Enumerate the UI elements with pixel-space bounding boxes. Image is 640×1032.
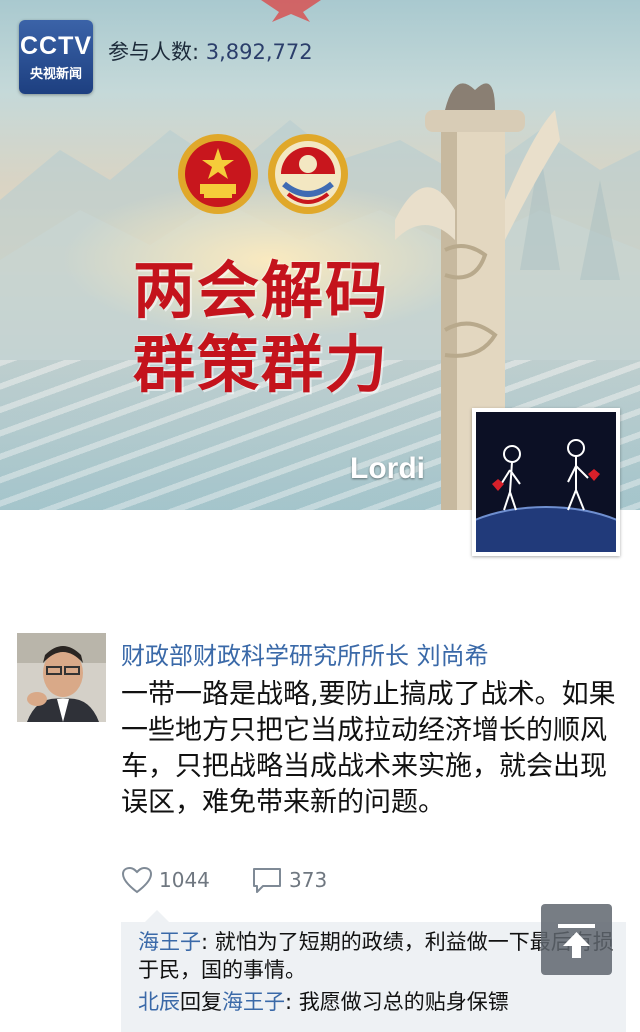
comment-separator: : <box>201 930 215 954</box>
comment-user[interactable]: 北辰 <box>138 990 180 1014</box>
comment-text: 我愿做习总的贴身保镖 <box>298 990 509 1014</box>
current-user-name: Lordi <box>350 452 425 485</box>
national-emblem-icon <box>178 134 258 214</box>
like-count: 1044 <box>159 868 210 892</box>
comment-count: 373 <box>289 868 328 892</box>
logo-main-text: CCTV <box>19 32 93 60</box>
post-content: 一带一路是战略,要防止搞成了战术。如果一些地方只把它当成拉动经济增长的顺风车，只… <box>121 679 616 818</box>
reply-label: 回复 <box>180 990 222 1014</box>
scroll-top-icon <box>558 924 595 958</box>
comment-button[interactable]: 373 <box>251 866 327 894</box>
avatar-couple-image <box>476 412 616 552</box>
current-user-avatar[interactable] <box>472 408 620 556</box>
like-button[interactable]: 1044 <box>121 866 210 894</box>
author-photo <box>17 633 106 722</box>
red-star-decoration <box>261 0 321 22</box>
heart-icon <box>121 866 153 894</box>
reply-to-user[interactable]: 海王子 <box>222 990 285 1014</box>
banner-title-line2: 群策群力 <box>133 328 390 401</box>
comment-separator: : <box>285 990 299 1014</box>
cppcc-emblem-icon <box>268 134 348 214</box>
participants-count: 参与人数: 3,892,772 <box>108 36 313 66</box>
comments-pointer <box>145 910 169 922</box>
logo-sub-text: 央视新闻 <box>29 67 82 82</box>
comment-user[interactable]: 海王子 <box>138 930 201 954</box>
post-author[interactable]: 财政部财政科学研究所所长 刘尚希 <box>121 636 489 671</box>
participants-number: 3,892,772 <box>205 40 313 64</box>
participants-label: 参与人数: <box>108 40 206 64</box>
author-avatar[interactable] <box>17 633 106 722</box>
cctv-news-logo[interactable]: CCTV 央视新闻 <box>19 20 93 94</box>
comment-item: 北辰回复海王子: 我愿做习总的贴身保镖 <box>138 988 618 1016</box>
comment-icon <box>253 868 281 893</box>
scroll-to-top-button[interactable] <box>541 904 612 975</box>
national-emblems <box>178 134 348 214</box>
